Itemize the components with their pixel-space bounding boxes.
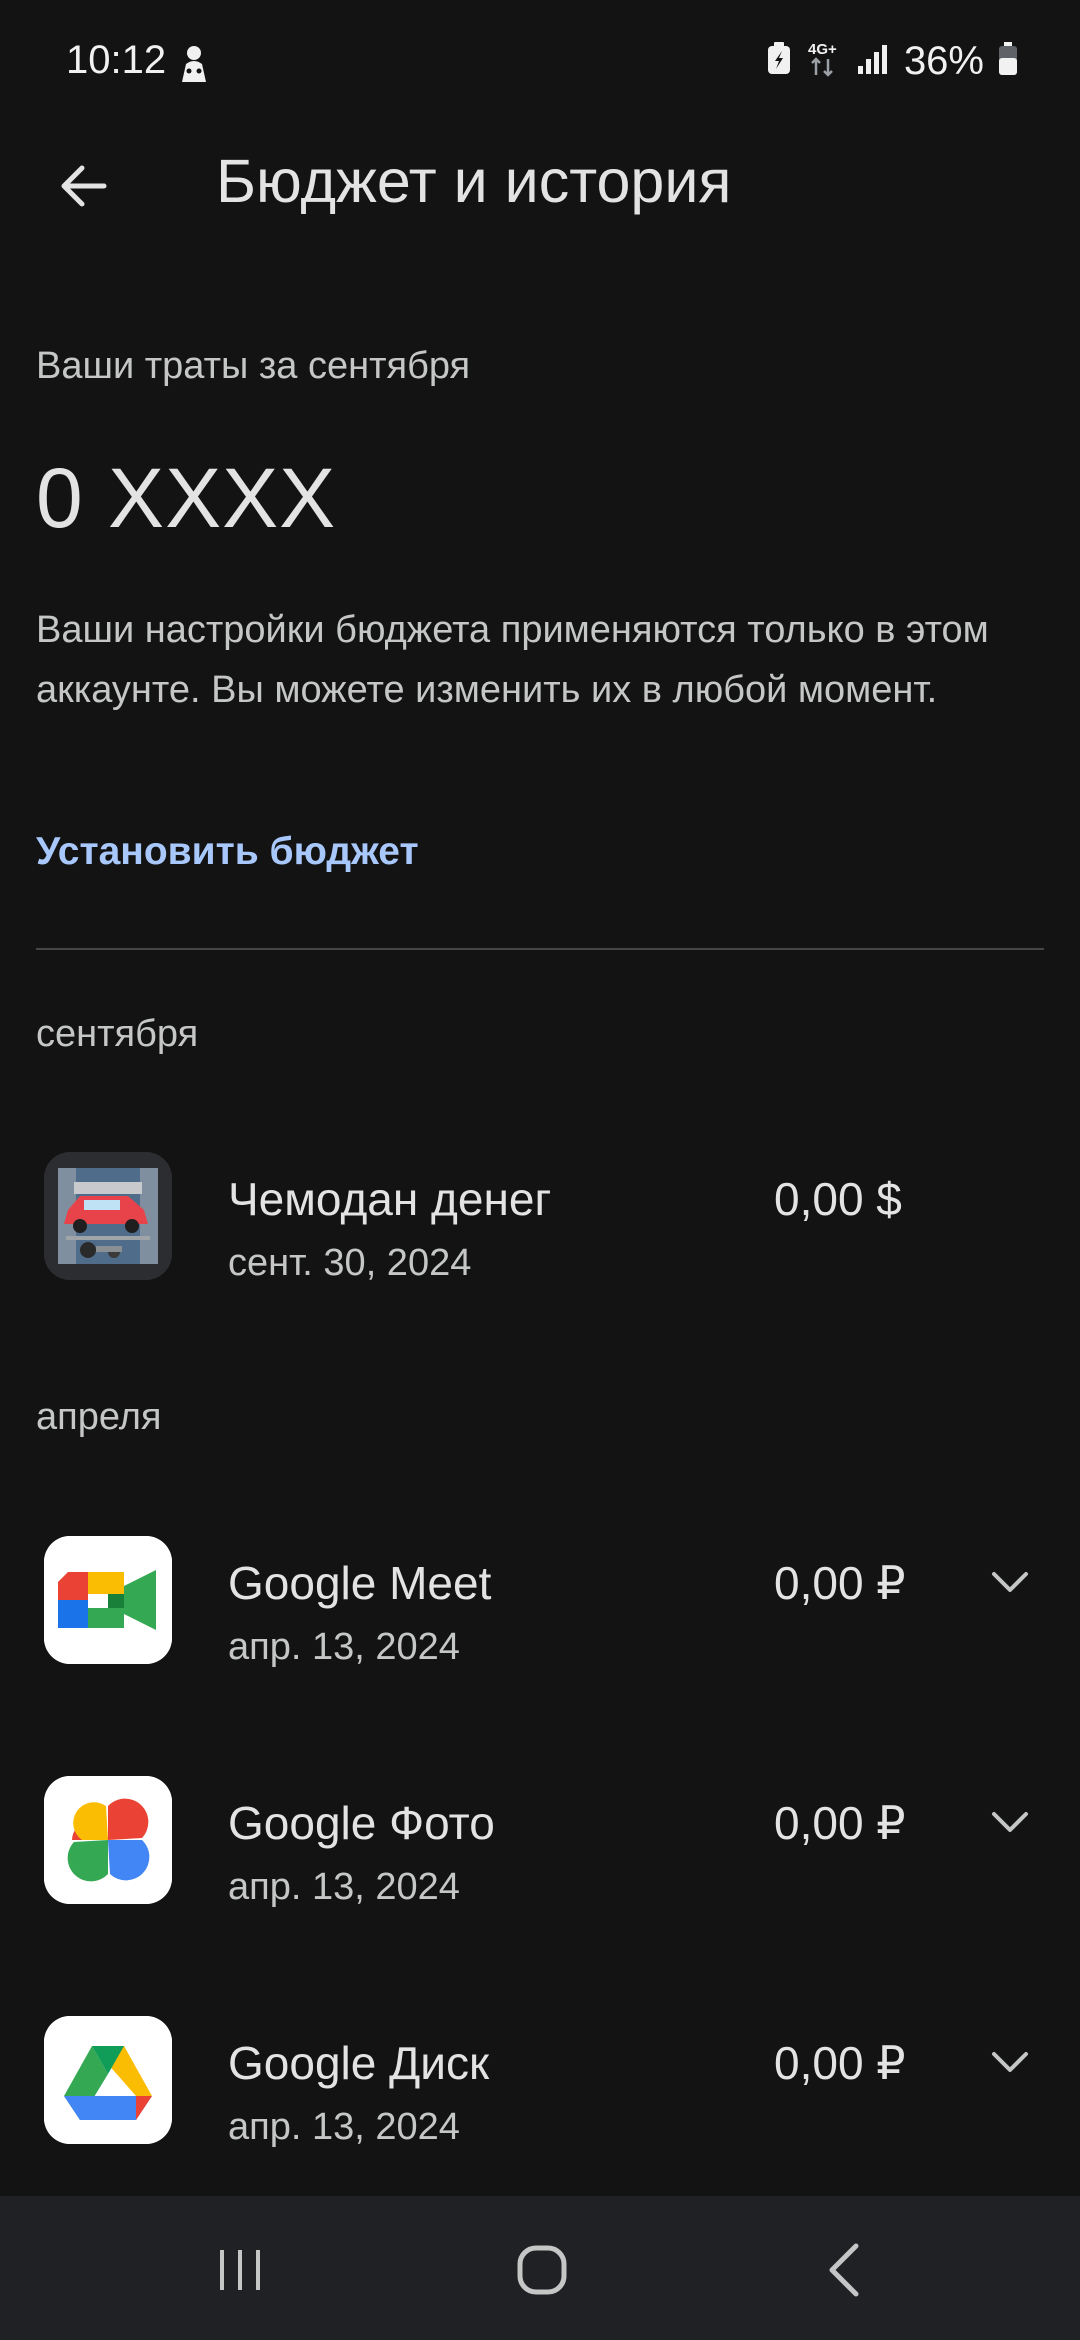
expand-button[interactable] [980,2034,1040,2094]
back-nav-icon [816,2240,876,2305]
transaction-amount: 0,00 ₽ [774,1557,906,1609]
status-icons: 4G+ 36% [766,36,1018,86]
status-time: 10:12 [66,38,167,82]
transaction-row[interactable]: Чемодан денег сент. 30, 2024 0,00 $ [0,1130,1080,1330]
google-photos-icon [44,1776,172,1904]
transaction-row[interactable]: Google Meet апр. 13, 2024 0,00 ₽ [0,1514,1080,1714]
expand-button[interactable] [980,1794,1040,1854]
section-label-september: сентября [36,1013,199,1055]
recents-icon [210,2240,270,2305]
signal-icon [856,42,890,81]
battery-icon [998,41,1018,81]
transaction-date: апр. 13, 2024 [228,1866,460,1908]
transaction-date: сент. 30, 2024 [228,1242,472,1284]
transaction-name: Google Диск [228,2037,490,2089]
google-drive-icon [44,2016,172,2144]
back-button[interactable] [48,152,120,224]
home-icon [512,2240,572,2305]
transaction-amount: 0,00 ₽ [774,1797,906,1849]
app-bar: Бюджет и история [0,130,1080,240]
notification-figure-icon [176,44,212,84]
set-budget-link[interactable]: Установить бюджет [36,830,419,874]
expand-button[interactable] [980,1554,1040,1614]
spend-label: Ваши траты за сентября [36,345,471,387]
recents-button[interactable] [200,2232,280,2312]
transaction-row[interactable]: Google Фото апр. 13, 2024 0,00 ₽ [0,1754,1080,1954]
transaction-date: апр. 13, 2024 [228,1626,460,1668]
game-car-icon [44,1152,172,1280]
transaction-name: Чемодан денег [228,1173,552,1225]
transaction-name: Google Фото [228,1797,495,1849]
transaction-amount: 0,00 $ [774,1173,902,1225]
chevron-down-icon [990,1810,1030,1839]
transaction-date: апр. 13, 2024 [228,2106,460,2148]
page-title: Бюджет и история [216,147,732,215]
battery-saver-icon [766,41,792,81]
battery-percent: 36% [903,38,984,83]
svg-text:4G+: 4G+ [808,41,837,58]
network-4g-icon: 4G+ [806,39,842,84]
spend-amount: 0 XXXX [36,451,337,545]
transaction-amount: 0,00 ₽ [774,2037,906,2089]
google-meet-icon [44,1536,172,1664]
status-bar: 10:12 4G+ 36% [0,0,1080,130]
home-button[interactable] [502,2232,582,2312]
budget-note: Ваши настройки бюджета применяются тольк… [36,609,989,711]
section-label-april: апреля [36,1396,162,1438]
chevron-down-icon [990,1570,1030,1599]
chevron-down-icon [990,2050,1030,2079]
nav-back-button[interactable] [806,2232,886,2312]
arrow-back-icon [58,160,110,217]
divider [36,948,1044,950]
system-nav-bar [0,2196,1080,2340]
transaction-name: Google Meet [228,1557,492,1609]
transaction-row[interactable]: Google Диск апр. 13, 2024 0,00 ₽ [0,1994,1080,2194]
